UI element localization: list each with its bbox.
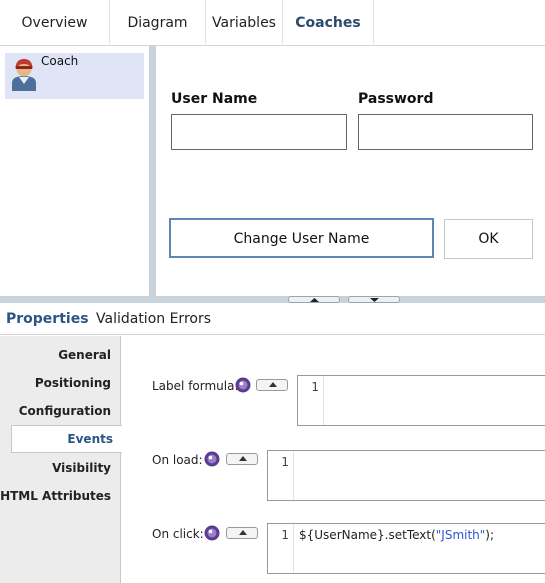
label-formula-editor[interactable]: 1 [297,375,545,426]
property-nav: General Positioning Configuration Events… [0,336,122,583]
triangle-up-icon [239,456,247,461]
coach-list-item-label: Coach [41,54,79,68]
vertical-splitter[interactable] [149,46,156,296]
on-load-editor[interactable]: 1 [267,450,545,501]
change-user-name-button[interactable]: Change User Name [169,218,434,258]
password-label: Password [358,91,434,107]
coach-list-item[interactable]: Coach [5,53,144,99]
line-gutter: 1 [268,451,294,500]
nav-item-events[interactable]: Events [11,425,122,453]
tab-coaches[interactable]: Coaches [283,0,374,46]
tab-properties[interactable]: Properties [6,311,89,327]
tab-validation-errors[interactable]: Validation Errors [96,311,211,327]
tab-overview[interactable]: Overview [0,0,110,46]
script-icon[interactable] [235,377,251,393]
on-click-expand-button[interactable] [226,527,258,539]
code-text: ${UserName}.setText("JSmith"); [299,528,494,542]
chevron-down-icon [370,298,379,302]
label-formula-expand-button[interactable] [256,379,288,391]
line-number: 1 [281,455,289,469]
nav-item-configuration[interactable]: Configuration [19,404,111,418]
properties-tabs: Properties Validation Errors [0,303,545,335]
expand-down-handle[interactable] [348,296,400,303]
line-number: 1 [281,528,289,542]
nav-item-html-attributes[interactable]: HTML Attributes [0,489,111,503]
line-number: 1 [311,380,319,394]
line-gutter: 1 [268,524,294,573]
nav-item-visibility[interactable]: Visibility [52,461,111,475]
coach-canvas: User Name Password Change User Name OK [156,47,545,296]
label-formula-label: Label formula: [152,379,239,393]
nav-item-events-label: Events [67,432,113,446]
coach-designer: Overview Diagram Variables Coaches Coach… [0,0,545,583]
horizontal-splitter [0,296,545,303]
chevron-up-icon [310,298,319,302]
triangle-up-icon [239,530,247,535]
coach-list: Coach [0,47,149,295]
on-click-label: On click: [152,527,204,541]
script-icon[interactable] [204,525,220,541]
expand-up-handle[interactable] [288,296,340,303]
coach-user-icon [12,59,36,91]
on-click-editor[interactable]: 1 ${UserName}.setText("JSmith"); [267,523,545,574]
code-string-literal: "JSmith" [435,528,486,542]
line-gutter: 1 [298,376,324,425]
tab-variables[interactable]: Variables [206,0,283,46]
script-icon[interactable] [204,451,220,467]
editor-tabs: Overview Diagram Variables Coaches [0,0,545,46]
username-label: User Name [171,91,258,107]
tab-diagram[interactable]: Diagram [110,0,206,46]
code-token: ); [485,528,495,542]
ok-button[interactable]: OK [444,219,533,259]
events-panel: Label formula: 1 On load: 1 On click: 1 … [122,336,545,583]
nav-item-general[interactable]: General [58,348,111,362]
on-load-expand-button[interactable] [226,453,258,465]
triangle-up-icon [269,382,277,387]
username-field[interactable] [171,114,347,150]
code-token: ${UserName}.setText( [299,528,436,542]
password-field[interactable] [358,114,533,150]
nav-item-positioning[interactable]: Positioning [35,376,111,390]
on-load-label: On load: [152,453,203,467]
